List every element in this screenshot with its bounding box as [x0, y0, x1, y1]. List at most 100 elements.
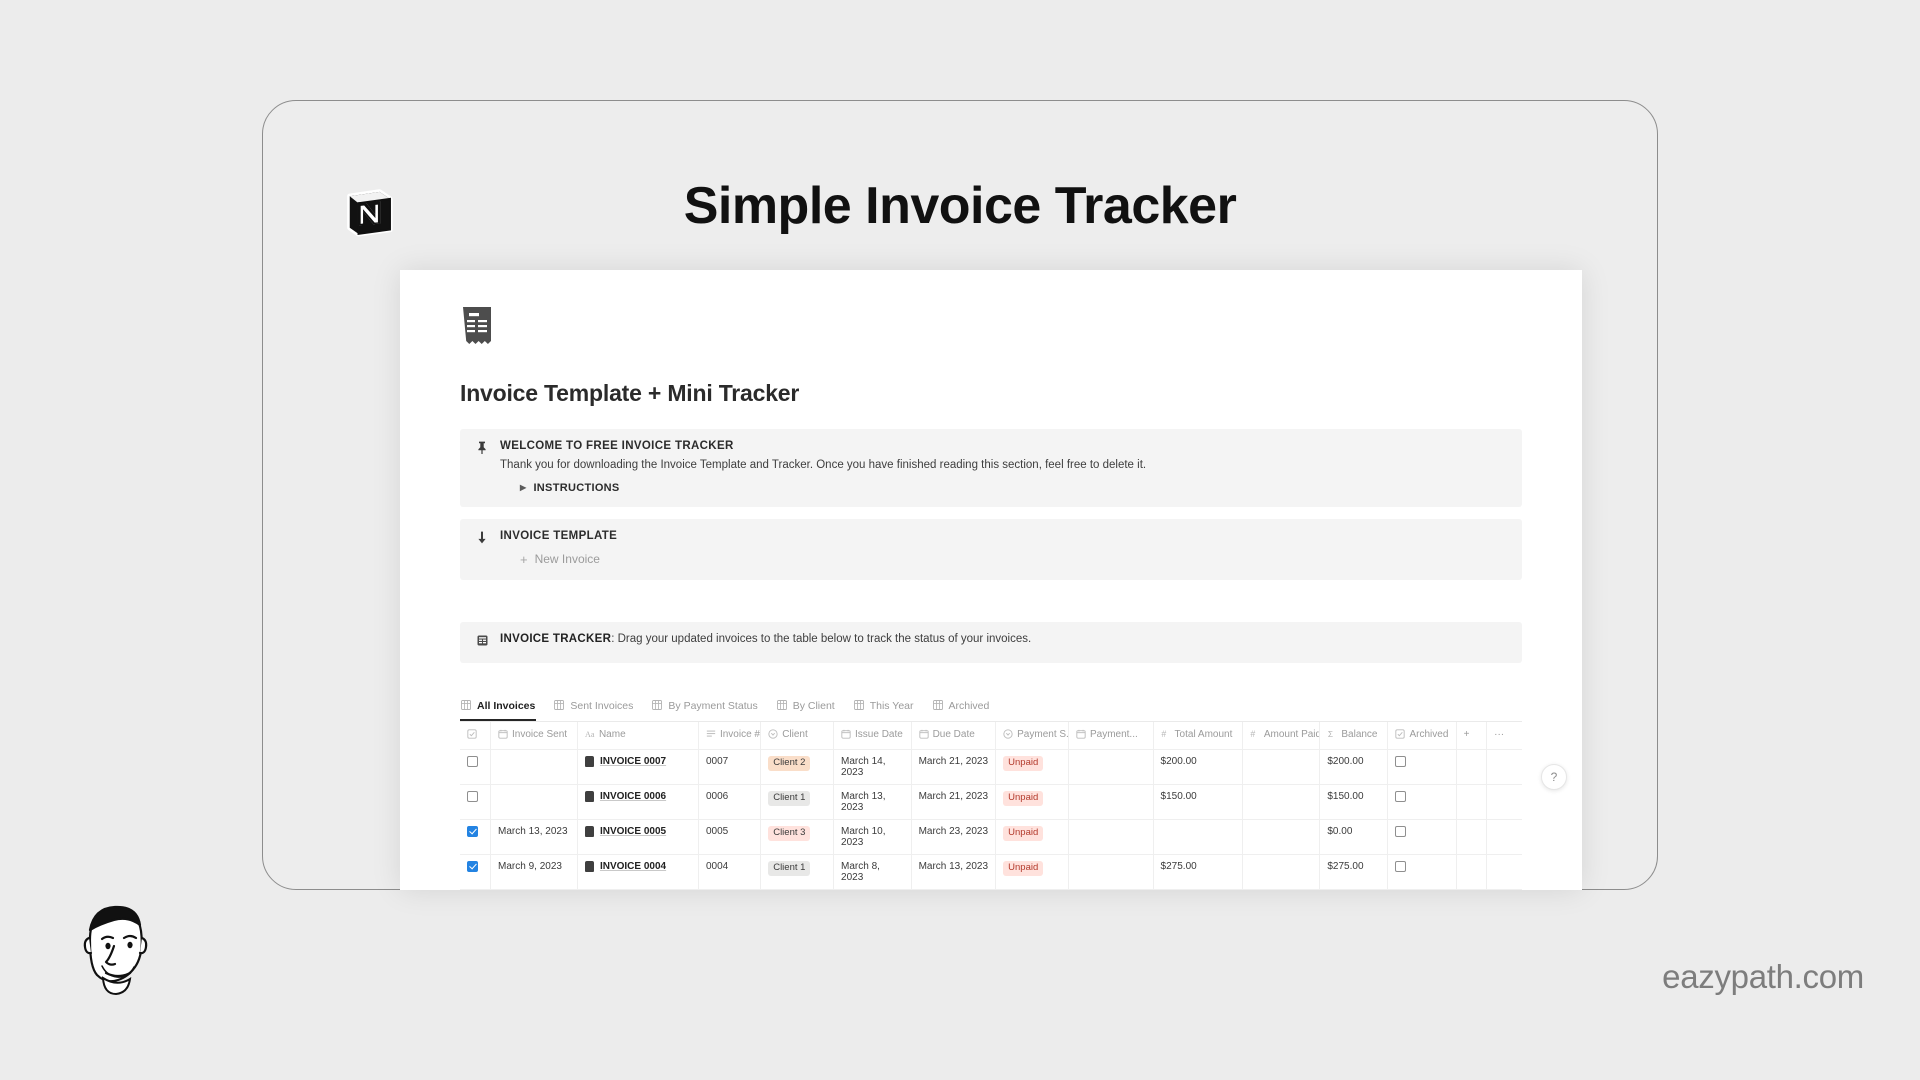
db-tab-by-client[interactable]: By Client	[776, 697, 836, 721]
cell-total-amount[interactable]: $200.00	[1153, 749, 1243, 785]
cell-invoice-number[interactable]: 0003	[698, 889, 762, 890]
cell-invoice-sent-checkbox[interactable]	[460, 749, 492, 785]
invoice-sent-checkbox[interactable]	[467, 755, 478, 767]
cell-invoice-number[interactable]: 0006	[698, 784, 762, 820]
cell-balance[interactable]: $150.00	[1319, 889, 1389, 890]
table-row[interactable]: INVOICE 0007 0007 Client 2 March 14, 2023 Ma…	[460, 749, 1522, 785]
cell-invoice-sent-date[interactable]	[490, 749, 578, 785]
cell-due-date[interactable]: March 23, 2023	[911, 819, 997, 855]
cell-invoice-number[interactable]: 0005	[698, 819, 762, 855]
cell-payment-status[interactable]: Unpaid	[995, 784, 1069, 820]
cell-invoice-number[interactable]: 0007	[698, 749, 762, 785]
cell-amount-paid[interactable]	[1242, 819, 1321, 855]
cell-balance[interactable]: $200.00	[1319, 749, 1389, 785]
column-header-payment[interactable]: Payment...	[1068, 721, 1154, 750]
cell-archived-checkbox[interactable]	[1387, 819, 1457, 855]
cell-archived-checkbox[interactable]	[1387, 749, 1457, 785]
cell-due-date[interactable]: March 21, 2023	[911, 784, 997, 820]
cell-total-amount[interactable]: $275.00	[1153, 854, 1243, 890]
db-tab-this-year[interactable]: This Year	[853, 697, 915, 721]
cell-name[interactable]: INVOICE 0007	[577, 749, 699, 785]
add-column-button[interactable]: +	[1456, 721, 1488, 750]
cell-invoice-sent-checkbox[interactable]	[460, 784, 492, 820]
cell-total-amount[interactable]	[1153, 819, 1243, 855]
table-row[interactable]: March 7, 2023INVOICE 00030003Client 2Mar…	[460, 889, 1522, 890]
cell-issue-date[interactable]: March 13, 2023	[833, 784, 912, 820]
column-header-balance[interactable]: Σ Balance	[1319, 721, 1389, 750]
cell-issue-date[interactable]: March 6, 2023	[833, 889, 912, 890]
cell-client[interactable]: Client 1	[760, 854, 835, 890]
cell-payment-date[interactable]	[1068, 819, 1154, 855]
cell-due-date[interactable]: March 13, 2023	[911, 854, 997, 890]
column-header-invoice[interactable]: Invoice #	[698, 721, 762, 750]
table-row[interactable]: March 9, 2023 INVOICE 0004 0004 Client 1 Mar…	[460, 854, 1522, 890]
cell-payment-status[interactable]: Partially Paid	[995, 889, 1069, 890]
cell-client[interactable]: Client 1	[760, 784, 835, 820]
cell-payment-date[interactable]: March 9, 2023	[1068, 889, 1154, 890]
column-header-due-date[interactable]: Due Date	[911, 721, 997, 750]
cell-invoice-sent-checkbox[interactable]	[460, 889, 492, 890]
column-header-payment-s[interactable]: Payment S...	[995, 721, 1069, 750]
invoice-sent-checkbox[interactable]	[467, 790, 478, 802]
cell-invoice-sent-checkbox[interactable]	[460, 854, 492, 890]
cell-client[interactable]: Client 2	[760, 749, 835, 785]
cell-issue-date[interactable]: March 14, 2023	[833, 749, 912, 785]
cell-client[interactable]: Client 3	[760, 819, 835, 855]
cell-invoice-sent-date[interactable]: March 13, 2023	[490, 819, 578, 855]
cell-payment-date[interactable]	[1068, 854, 1154, 890]
cell-payment-status[interactable]: Unpaid	[995, 819, 1069, 855]
archived-checkbox[interactable]	[1395, 825, 1407, 837]
archived-checkbox[interactable]	[1395, 755, 1407, 767]
cell-invoice-sent-date[interactable]: March 9, 2023	[490, 854, 578, 890]
cell-name[interactable]: INVOICE 0004	[577, 854, 699, 890]
cell-balance[interactable]: $275.00	[1319, 854, 1389, 890]
table-more-options-button[interactable]: ···	[1486, 721, 1522, 750]
cell-payment-date[interactable]	[1068, 784, 1154, 820]
cell-payment-date[interactable]	[1068, 749, 1154, 785]
db-tab-sent-invoices[interactable]: Sent Invoices	[553, 697, 634, 721]
cell-invoice-sent-checkbox[interactable]	[460, 819, 492, 855]
column-header-select[interactable]	[460, 721, 492, 750]
column-header-amount-paid[interactable]: # Amount Paid	[1242, 721, 1321, 750]
new-invoice-button[interactable]: + New Invoice	[520, 552, 1508, 567]
cell-balance[interactable]: $150.00	[1319, 784, 1389, 820]
invoice-sent-checkbox[interactable]	[467, 860, 478, 872]
cell-total-amount[interactable]: $300.00	[1153, 889, 1243, 890]
cell-payment-status[interactable]: Unpaid	[995, 854, 1069, 890]
cell-name[interactable]: INVOICE 0006	[577, 784, 699, 820]
cell-due-date[interactable]: March 16, 2023	[911, 889, 997, 890]
cell-archived-checkbox[interactable]	[1387, 784, 1457, 820]
archived-checkbox[interactable]	[1395, 790, 1407, 802]
cell-issue-date[interactable]: March 10, 2023	[833, 819, 912, 855]
cell-archived-checkbox[interactable]	[1387, 854, 1457, 890]
cell-client[interactable]: Client 2	[760, 889, 835, 890]
invoice-sent-checkbox[interactable]	[467, 825, 478, 837]
cell-amount-paid[interactable]	[1242, 749, 1321, 785]
archived-checkbox[interactable]	[1395, 860, 1407, 872]
cell-amount-paid[interactable]: $150.00	[1242, 889, 1321, 890]
cell-total-amount[interactable]: $150.00	[1153, 784, 1243, 820]
cell-amount-paid[interactable]	[1242, 854, 1321, 890]
column-header-issue-date[interactable]: Issue Date	[833, 721, 912, 750]
db-tab-by-payment-status[interactable]: By Payment Status	[651, 697, 758, 721]
cell-due-date[interactable]: March 21, 2023	[911, 749, 997, 785]
cell-name[interactable]: INVOICE 0005	[577, 819, 699, 855]
cell-issue-date[interactable]: March 8, 2023	[833, 854, 912, 890]
cell-invoice-number[interactable]: 0004	[698, 854, 762, 890]
cell-name[interactable]: INVOICE 0003	[577, 889, 699, 890]
column-header-total-amount[interactable]: # Total Amount	[1153, 721, 1243, 750]
cell-payment-status[interactable]: Unpaid	[995, 749, 1069, 785]
help-button[interactable]: ?	[1541, 764, 1567, 790]
db-tab-archived[interactable]: Archived	[932, 697, 991, 721]
column-header-name[interactable]: Aa Name	[577, 721, 699, 750]
column-header-client[interactable]: Client	[760, 721, 835, 750]
cell-archived-checkbox[interactable]	[1387, 889, 1457, 890]
column-header-invoice-sent[interactable]: Invoice Sent	[490, 721, 578, 750]
cell-invoice-sent-date[interactable]: March 7, 2023	[490, 889, 578, 890]
table-row[interactable]: March 13, 2023 INVOICE 0005 0005 Client 3 Ma…	[460, 819, 1522, 855]
table-row[interactable]: INVOICE 0006 0006 Client 1 March 13, 2023 Ma…	[460, 784, 1522, 820]
instructions-toggle[interactable]: ▶ INSTRUCTIONS	[520, 482, 1508, 494]
db-tab-all-invoices[interactable]: All Invoices	[460, 697, 537, 721]
cell-balance[interactable]: $0.00	[1319, 819, 1389, 855]
column-header-archived[interactable]: Archived	[1387, 721, 1457, 750]
